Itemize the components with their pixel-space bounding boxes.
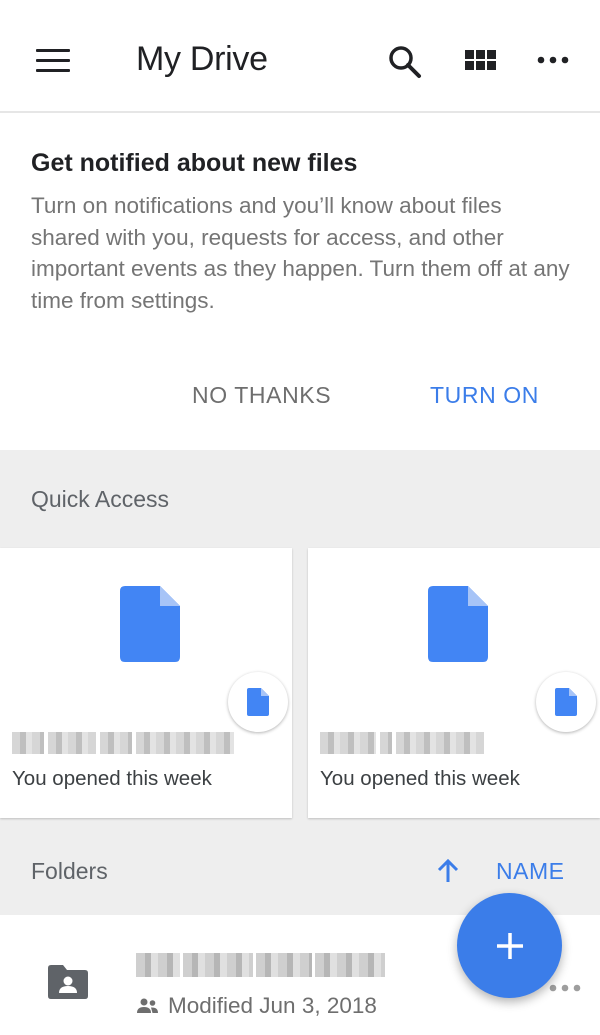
search-icon[interactable] (383, 40, 427, 84)
folder-modified-date: Modified Jun 3, 2018 (168, 993, 377, 1018)
notification-banner: Get notified about new files Turn on not… (0, 115, 600, 450)
banner-title: Get notified about new files (31, 149, 358, 177)
quick-access-label: Quick Access (31, 486, 170, 512)
more-icon[interactable] (533, 40, 577, 84)
menu-icon[interactable] (36, 47, 70, 75)
plus-icon (496, 932, 523, 959)
shared-folder-icon (48, 965, 88, 1004)
quick-access-card[interactable]: You opened this week (308, 548, 600, 818)
redacted-file-name (12, 732, 238, 754)
grid-view-icon[interactable] (459, 40, 503, 84)
quick-access-section: Quick Access You opened this week You op… (0, 450, 600, 915)
folders-label: Folders (31, 858, 108, 884)
redacted-file-name (320, 732, 488, 754)
new-item-fab[interactable] (457, 893, 562, 998)
people-icon (136, 997, 160, 1020)
top-app-bar: My Drive (0, 0, 600, 113)
doc-icon (120, 586, 180, 667)
no-thanks-button[interactable]: NO THANKS (192, 382, 331, 409)
doc-icon (228, 672, 288, 732)
arrow-up-icon[interactable] (434, 857, 462, 890)
turn-on-button[interactable]: TURN ON (430, 382, 539, 409)
quick-access-card[interactable]: You opened this week (0, 548, 292, 818)
more-icon[interactable] (548, 981, 588, 999)
page-title: My Drive (136, 40, 268, 78)
card-subtitle: You opened this week (12, 767, 212, 790)
doc-icon (536, 672, 596, 732)
card-subtitle: You opened this week (320, 767, 520, 790)
sort-by-name-button[interactable]: NAME (496, 858, 564, 885)
redacted-folder-name (136, 953, 388, 977)
banner-body: Turn on notifications and you’ll know ab… (31, 193, 570, 313)
doc-icon (428, 586, 488, 667)
